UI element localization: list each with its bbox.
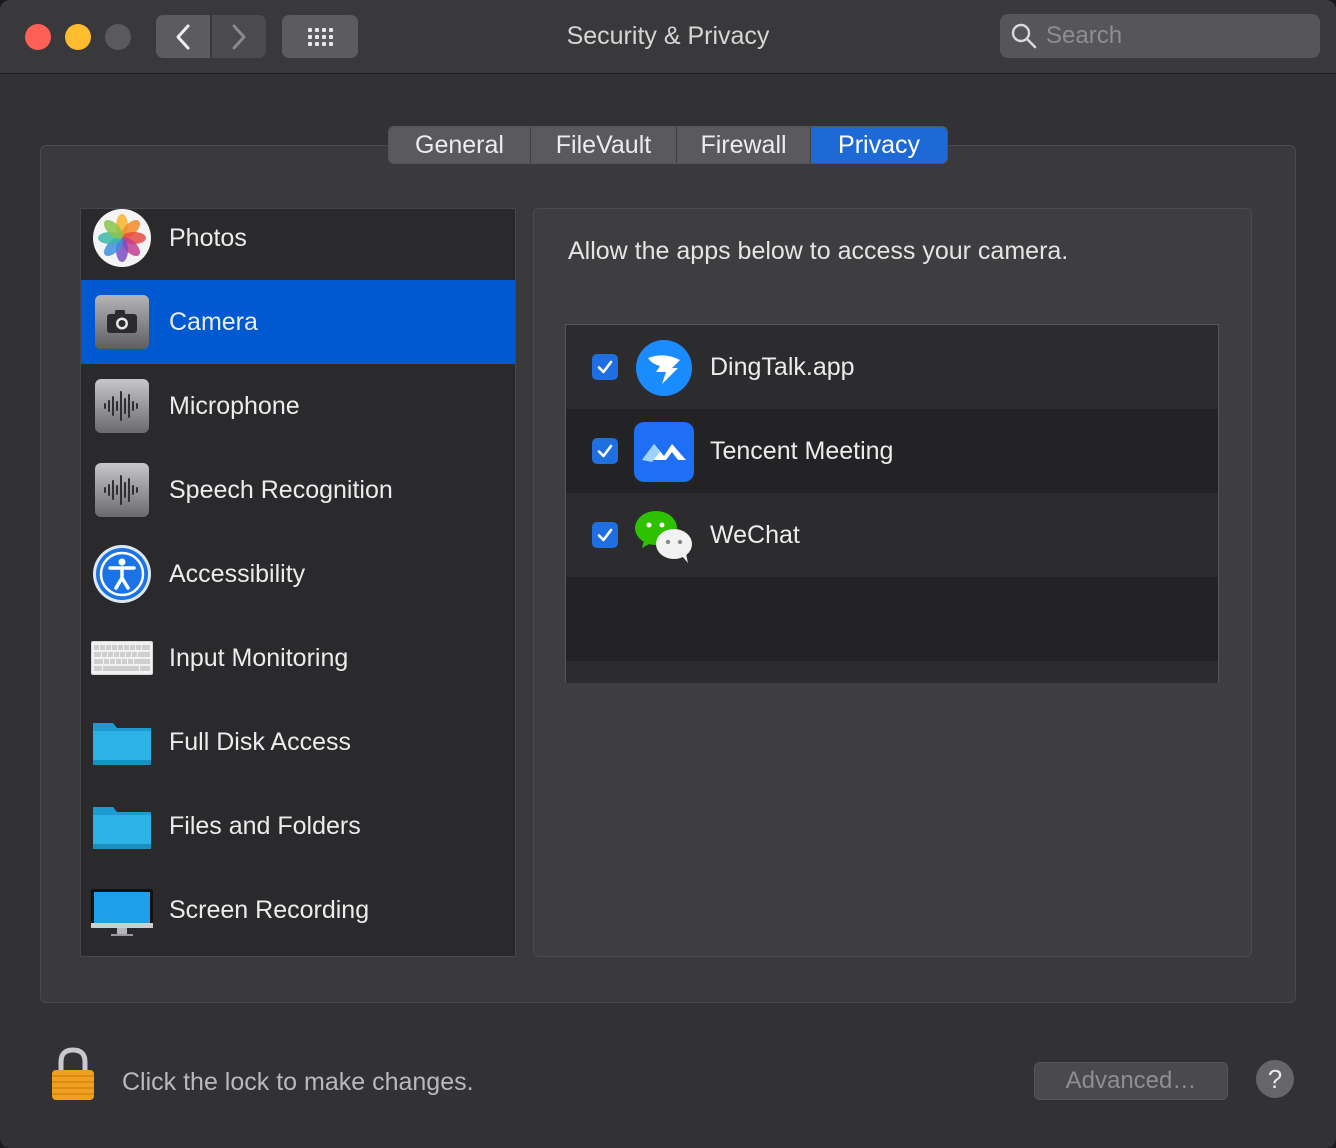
keyboard-icon [91, 641, 153, 675]
tab-filevault[interactable]: FileVault [531, 127, 677, 163]
lock-status-text: Click the lock to make changes. [122, 1068, 474, 1096]
tencent-meeting-icon [634, 422, 694, 482]
folder-icon [93, 723, 151, 765]
security-privacy-window: Security & Privacy General FileVault Fir… [0, 0, 1336, 1148]
sidebar-item-label: Full Disk Access [169, 727, 351, 756]
wechat-checkbox[interactable] [592, 522, 618, 548]
app-name: DingTalk.app [710, 353, 855, 381]
sidebar-item-label: Speech Recognition [169, 475, 393, 504]
tab-general[interactable]: General [389, 127, 531, 163]
search-input[interactable] [1046, 22, 1306, 50]
list-item-wechat[interactable]: WeChat [566, 493, 1218, 577]
checkmark-icon [597, 444, 613, 458]
tab-firewall[interactable]: Firewall [677, 127, 811, 163]
dingtalk-checkbox[interactable] [592, 354, 618, 380]
sidebar-item-screen-recording[interactable]: Screen Recording [81, 868, 515, 952]
tab-bar: General FileVault Firewall Privacy [388, 126, 948, 164]
sidebar-item-accessibility[interactable]: Accessibility [81, 532, 515, 616]
help-button[interactable]: ? [1256, 1060, 1294, 1098]
sidebar-item-camera[interactable]: Camera [81, 280, 515, 364]
checkmark-icon [597, 360, 613, 374]
wechat-icon [635, 511, 692, 563]
camera-access-message: Allow the apps below to access your came… [568, 237, 1069, 265]
sidebar-item-label: Files and Folders [169, 811, 361, 840]
list-item-tencent-meeting[interactable]: Tencent Meeting [566, 409, 1218, 493]
tencent-meeting-checkbox[interactable] [592, 438, 618, 464]
search-field[interactable] [1000, 14, 1320, 58]
display-icon [91, 889, 153, 936]
speech-recognition-icon [95, 463, 149, 517]
photos-icon [93, 209, 151, 267]
sidebar-item-files-and-folders[interactable]: Files and Folders [81, 784, 515, 868]
folder-icon [93, 807, 151, 849]
search-icon [1011, 23, 1037, 49]
title-bar: Security & Privacy [0, 0, 1336, 74]
app-access-list[interactable]: DingTalk.app Tencent Meeting WeChat [565, 324, 1219, 683]
sidebar-item-label: Screen Recording [169, 895, 370, 924]
sidebar-item-label: Input Monitoring [169, 643, 349, 672]
sidebar-item-label: Accessibility [169, 559, 306, 588]
sidebar-item-label: Photos [169, 223, 247, 252]
sidebar-item-input-monitoring[interactable]: Input Monitoring [81, 616, 515, 700]
sidebar-item-speech-recognition[interactable]: Speech Recognition [81, 448, 515, 532]
microphone-icon [95, 379, 149, 433]
list-item-empty [566, 577, 1218, 661]
tab-privacy[interactable]: Privacy [811, 127, 947, 163]
sidebar-item-microphone[interactable]: Microphone [81, 364, 515, 448]
list-item-dingtalk[interactable]: DingTalk.app [566, 325, 1218, 409]
dingtalk-icon [636, 340, 692, 396]
app-name: WeChat [710, 521, 800, 549]
lock-icon[interactable] [48, 1046, 98, 1102]
advanced-button[interactable]: Advanced… [1034, 1062, 1228, 1100]
list-item-empty [566, 661, 1218, 683]
sidebar-item-label: Microphone [169, 391, 300, 420]
sidebar-item-label: Camera [169, 307, 258, 336]
app-name: Tencent Meeting [710, 437, 894, 465]
checkmark-icon [597, 528, 613, 542]
sidebar-item-full-disk-access[interactable]: Full Disk Access [81, 700, 515, 784]
privacy-category-list[interactable]: Photos Camera Microphone Speech Recognit… [80, 208, 516, 957]
camera-icon [95, 295, 149, 349]
sidebar-item-photos[interactable]: Photos [81, 209, 515, 280]
accessibility-icon [93, 545, 151, 603]
